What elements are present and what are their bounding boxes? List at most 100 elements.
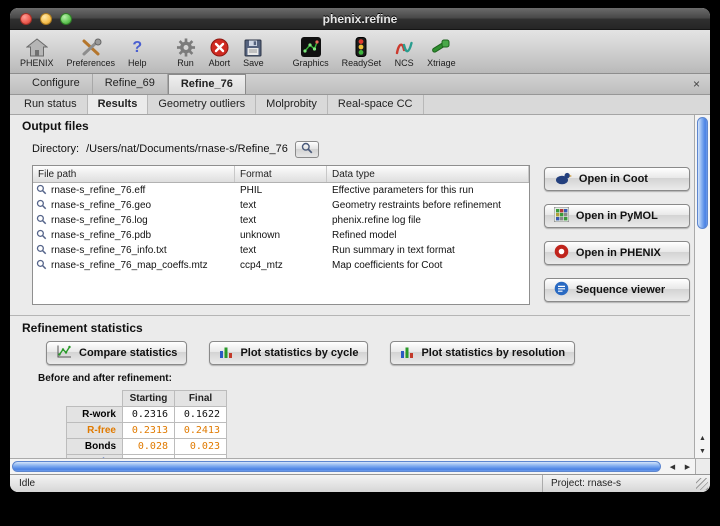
refinement-statistics-heading: Refinement statistics [22,321,690,335]
open-in-coot-button[interactable]: Open in Coot [544,167,690,191]
toolbar-label: Preferences [67,58,116,68]
plot-by-resolution-button[interactable]: Plot statistics by resolution [390,341,575,365]
home-icon [26,37,48,57]
close-window-button[interactable] [20,13,32,25]
toolbar-save-button[interactable]: Save [243,37,264,68]
magnifier-icon [36,199,47,213]
stat-final: 2.010 [175,455,227,459]
tab-refine-76[interactable]: Refine_76 [168,74,246,94]
directory-label: Directory: [32,143,79,155]
column-header-format[interactable]: Format [235,166,327,182]
file-data-type: Refined model [327,230,529,241]
button-label: Compare statistics [79,347,177,359]
toolbar-label: Xtriage [427,58,456,68]
tab-molprobity[interactable]: Molprobity [256,95,328,114]
grid-col-final: Final [175,391,227,407]
stat-starting: 0.2313 [123,423,175,439]
results-tab-bar: Run status Results Geometry outliers Mol… [10,95,710,115]
phenix-logo-icon [554,244,569,262]
molecule-icon [301,37,321,57]
gear-icon [176,37,196,57]
file-data-type: Geometry restraints before refinement [327,200,529,211]
file-data-type: Map coefficients for Coot [327,260,529,271]
output-files-table: File path Format Data type rnase-s_refin… [32,165,530,305]
sequence-viewer-button[interactable]: Sequence viewer [544,278,690,302]
file-table-row[interactable]: rnase-s_refine_76.geo text Geometry rest… [33,198,529,213]
zoom-window-button[interactable] [60,13,72,25]
file-table-row[interactable]: rnase-s_refine_76_map_coeffs.mtz ccp4_mt… [33,258,529,273]
tab-real-space-cc[interactable]: Real-space CC [328,95,424,114]
column-header-data-type[interactable]: Data type [327,166,529,182]
directory-row: Directory: /Users/nat/Documents/rnase-s/… [32,139,690,159]
bar-chart-icon [219,345,233,362]
traffic-light-icon [355,37,367,57]
magnifier-icon [36,229,47,243]
vertical-scrollbar-thumb[interactable] [697,117,708,229]
toolbar-preferences-button[interactable]: Preferences [67,37,116,68]
tab-refine-69[interactable]: Refine_69 [93,74,168,94]
toolbar-help-button[interactable]: ? Help [128,37,147,68]
close-tab-icon[interactable]: × [690,78,703,90]
stat-starting: 0.2316 [123,407,175,423]
browse-directory-button[interactable] [295,141,319,158]
window-title: phenix.refine [10,12,710,26]
file-path: rnase-s_refine_76.eff [51,185,145,196]
tab-geometry-outliers[interactable]: Geometry outliers [148,95,256,114]
vertical-scrollbar[interactable]: ▲ ▼ [694,115,710,458]
title-bar[interactable]: phenix.refine [10,8,710,30]
stat-final: 0.1622 [175,407,227,423]
file-table-row[interactable]: rnase-s_refine_76.eff PHIL Effective par… [33,183,529,198]
file-format: text [235,200,327,211]
stat-final: 0.2413 [175,423,227,439]
toolbar-run-button[interactable]: Run [176,37,196,68]
horizontal-scrollbar[interactable]: ◀ ▶ [10,458,710,474]
scroll-left-icon[interactable]: ◀ [665,460,680,473]
column-header-file-path[interactable]: File path [33,166,235,182]
toolbar-graphics-button[interactable]: Graphics [293,37,329,68]
open-in-pymol-button[interactable]: Open in PyMOL [544,204,690,228]
tab-results[interactable]: Results [88,95,149,114]
scroll-right-icon[interactable]: ▶ [680,460,695,473]
file-table-row[interactable]: rnase-s_refine_76.log text phenix.refine… [33,213,529,228]
horizontal-scrollbar-thumb[interactable] [12,461,661,472]
file-path: rnase-s_refine_76_map_coeffs.mtz [51,260,208,271]
traffic-lights [20,13,72,25]
toolbar-label: Save [243,58,264,68]
minimize-window-button[interactable] [40,13,52,25]
file-data-type: Run summary in text format [327,245,529,256]
sequence-viewer-icon [554,281,569,299]
button-label: Open in PyMOL [576,210,658,222]
help-icon: ? [132,37,142,57]
stat-starting: 0.028 [123,439,175,455]
toolbar-phenix-button[interactable]: PHENIX [20,37,54,68]
status-bar: Idle Project: rnase-s [10,474,710,492]
tab-run-status[interactable]: Run status [14,95,88,114]
stat-starting: 4.517 [123,455,175,459]
refinement-stats-grid: Starting Final R-work 0.2316 0.1622 R-fr… [66,390,227,458]
status-text: Idle [10,478,542,489]
file-path: rnase-s_refine_76.log [51,215,148,226]
file-table-row[interactable]: rnase-s_refine_76.pdb unknown Refined mo… [33,228,529,243]
file-table-row[interactable]: rnase-s_refine_76_info.txt text Run summ… [33,243,529,258]
toolbar-xtriage-button[interactable]: Xtriage [427,37,456,68]
toolbar-ncs-button[interactable]: NCS [394,37,414,68]
results-panel: Output files Directory: /Users/nat/Docum… [10,115,694,458]
toolbar-readyset-button[interactable]: ReadySet [342,37,382,68]
compare-statistics-button[interactable]: Compare statistics [46,341,187,365]
file-path: rnase-s_refine_76_info.txt [51,245,167,256]
viewer-buttons: Open in Coot Open in PyMOL Open in PHENI… [544,165,690,305]
resize-grip[interactable] [696,478,708,490]
tab-configure[interactable]: Configure [20,74,93,94]
file-data-type: Effective parameters for this run [327,185,529,196]
pymol-icon [554,207,569,225]
toolbar-abort-button[interactable]: Abort [209,37,231,68]
plot-by-cycle-button[interactable]: Plot statistics by cycle [209,341,368,365]
magnifier-icon [36,214,47,228]
file-data-type: phenix.refine log file [327,215,529,226]
scroll-up-icon[interactable]: ▲ [695,432,710,445]
open-in-phenix-button[interactable]: Open in PHENIX [544,241,690,265]
file-format: ccp4_mtz [235,260,327,271]
scroll-down-icon[interactable]: ▼ [695,445,710,458]
toolbar-label: Run [177,58,194,68]
app-window: phenix.refine PHENIX Preferences ? Help … [10,8,710,492]
